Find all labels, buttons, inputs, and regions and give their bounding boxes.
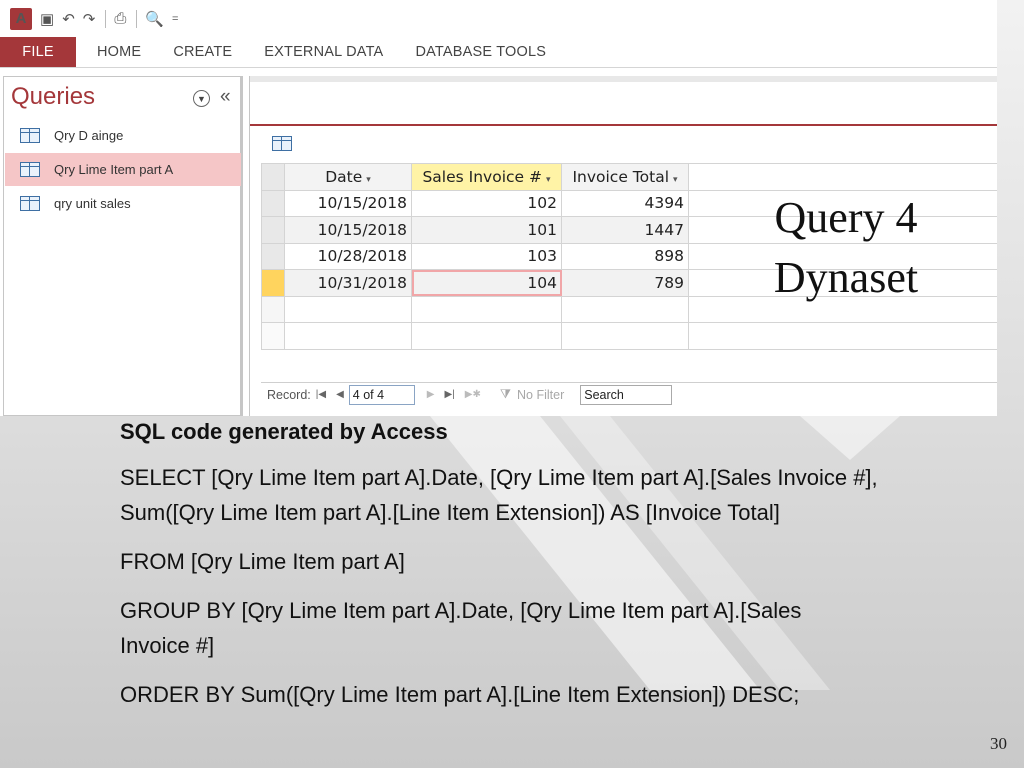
- cell-empty: [561, 322, 689, 350]
- search-input[interactable]: Search: [580, 384, 673, 405]
- sql-code-section: SQL code generated by Access SELECT [Qry…: [120, 416, 940, 726]
- access-app-icon: A: [10, 7, 32, 30]
- empty-grid-area: [688, 163, 997, 191]
- nav-menu-dropdown-icon[interactable]: ▼: [193, 90, 210, 107]
- column-header-sales-invoice[interactable]: Sales Invoice # ▾: [411, 163, 562, 191]
- first-record-icon[interactable]: |◀: [316, 389, 326, 400]
- empty-row: [261, 322, 997, 350]
- empty-grid-area: [688, 322, 997, 350]
- quick-access-toolbar: A ▣ ↶ ↷ ⎙ 🔍 =: [0, 0, 997, 37]
- column-header-invoice-total[interactable]: Invoice Total ▾: [561, 163, 689, 191]
- nav-item-label: Qry D ainge: [54, 128, 124, 143]
- cell-empty[interactable]: [561, 295, 689, 323]
- sql-group-by-clause: GROUP BY [Qry Lime Item part A].Date, [Q…: [120, 598, 802, 658]
- column-header-date[interactable]: Date ▾: [284, 163, 412, 191]
- query-icon: [20, 196, 40, 211]
- filter-icon: ⧩: [499, 387, 512, 401]
- query-dynaset-callout: Query 4 Dynaset: [740, 188, 952, 308]
- nav-item-qry-lime-item-part-a[interactable]: Qry Lime Item part A: [5, 153, 241, 186]
- select-all-corner[interactable]: [261, 163, 285, 191]
- undo-icon[interactable]: ↶: [62, 8, 75, 30]
- next-record-icon[interactable]: ▶: [427, 389, 435, 400]
- cell-date[interactable]: 10/15/2018: [284, 189, 412, 217]
- cell-sales-invoice[interactable]: 101: [411, 216, 562, 244]
- last-record-icon[interactable]: ▶|: [444, 389, 454, 400]
- column-header-label: Sales Invoice #: [422, 167, 542, 186]
- tab-external-data[interactable]: EXTERNAL DATA: [248, 37, 399, 67]
- new-record-icon[interactable]: ▶✱: [465, 389, 481, 400]
- row-selector[interactable]: [261, 216, 285, 244]
- cell-sales-invoice[interactable]: 102: [411, 189, 562, 217]
- sql-order-by-clause: ORDER BY Sum([Qry Lime Item part A].[Lin…: [120, 682, 800, 707]
- cell-invoice-total[interactable]: 1447: [561, 216, 689, 244]
- ribbon-tabs: FILE HOME CREATE EXTERNAL DATA DATABASE …: [0, 37, 997, 68]
- cell-empty: [411, 322, 562, 350]
- toolbar-divider: [105, 9, 107, 28]
- sort-filter-arrow-icon[interactable]: ▾: [546, 175, 551, 185]
- cell-empty[interactable]: [411, 295, 562, 323]
- print-preview-icon[interactable]: 🔍: [145, 8, 164, 30]
- cell-sales-invoice[interactable]: 103: [411, 242, 562, 270]
- document-tab-strip: [250, 76, 997, 126]
- sort-filter-arrow-icon[interactable]: ▾: [673, 175, 678, 185]
- row-selector-current[interactable]: [261, 269, 285, 297]
- record-navigation-bar: Record: |◀ ◀ 4 of 4 ▶ ▶| ▶✱ ⧩ No Filter …: [261, 382, 997, 406]
- sort-filter-arrow-icon[interactable]: ▾: [366, 175, 371, 185]
- sql-select-clause: SELECT [Qry Lime Item part A].Date, [Qry…: [120, 465, 878, 525]
- cell-invoice-total[interactable]: 4394: [561, 189, 689, 217]
- query-icon: [20, 128, 40, 143]
- row-selector: [261, 322, 285, 350]
- current-record-input[interactable]: 4 of 4: [348, 384, 415, 405]
- no-filter-label: No Filter: [517, 387, 565, 402]
- column-header-label: Invoice Total: [572, 167, 669, 186]
- collapse-pane-icon[interactable]: «: [220, 86, 231, 108]
- no-filter-button[interactable]: ⧩ No Filter: [500, 387, 564, 402]
- tab-create[interactable]: CREATE: [157, 37, 248, 67]
- cell-date[interactable]: 10/31/2018: [284, 269, 412, 297]
- navigation-pane: Queries ▼ « Qry D ainge Qry Lime Item pa…: [3, 76, 243, 416]
- row-selector[interactable]: [261, 189, 285, 217]
- sql-heading: SQL code generated by Access: [120, 419, 448, 444]
- nav-item-qry-unit-sales[interactable]: qry unit sales: [5, 187, 241, 220]
- tab-home[interactable]: HOME: [76, 37, 157, 67]
- access-window: A ▣ ↶ ↷ ⎙ 🔍 = FILE HOME CREATE EXTERNAL …: [0, 0, 997, 416]
- tab-file[interactable]: FILE: [0, 37, 76, 67]
- previous-record-icon[interactable]: ◀: [336, 389, 344, 400]
- redo-icon[interactable]: ↷: [83, 8, 96, 30]
- query-icon: [20, 162, 40, 177]
- print-icon[interactable]: ⎙: [114, 8, 126, 30]
- record-label: Record:: [267, 387, 311, 402]
- tab-database-tools[interactable]: DATABASE TOOLS: [399, 37, 562, 67]
- header-row: Date ▾ Sales Invoice # ▾ Invoice Total ▾: [261, 163, 997, 191]
- cell-invoice-total[interactable]: 789: [561, 269, 689, 297]
- slide-page-number: 30: [990, 734, 1007, 753]
- cell-date[interactable]: 10/28/2018: [284, 242, 412, 270]
- cell-sales-invoice-selected[interactable]: 104: [411, 269, 562, 297]
- query-datasheet-icon: [272, 136, 292, 151]
- nav-item-label: Qry Lime Item part A: [54, 162, 174, 177]
- sql-from-clause: FROM [Qry Lime Item part A]: [120, 549, 405, 574]
- callout-line-2: Dynaset: [773, 253, 919, 302]
- column-header-label: Date: [325, 167, 363, 186]
- cell-empty[interactable]: [284, 295, 412, 323]
- cell-empty: [284, 322, 412, 350]
- cell-date[interactable]: 10/15/2018: [284, 216, 412, 244]
- customize-toolbar-icon[interactable]: =: [172, 8, 178, 30]
- row-selector[interactable]: [261, 295, 285, 323]
- callout-line-1: Query 4: [774, 193, 918, 242]
- nav-item-qry-d-ainge[interactable]: Qry D ainge: [5, 119, 241, 152]
- toolbar-divider: [136, 9, 138, 28]
- row-selector[interactable]: [261, 242, 285, 270]
- cell-invoice-total[interactable]: 898: [561, 242, 689, 270]
- nav-item-label: qry unit sales: [54, 196, 131, 211]
- nav-pane-title: Queries: [11, 83, 96, 110]
- save-icon[interactable]: ▣: [40, 8, 54, 30]
